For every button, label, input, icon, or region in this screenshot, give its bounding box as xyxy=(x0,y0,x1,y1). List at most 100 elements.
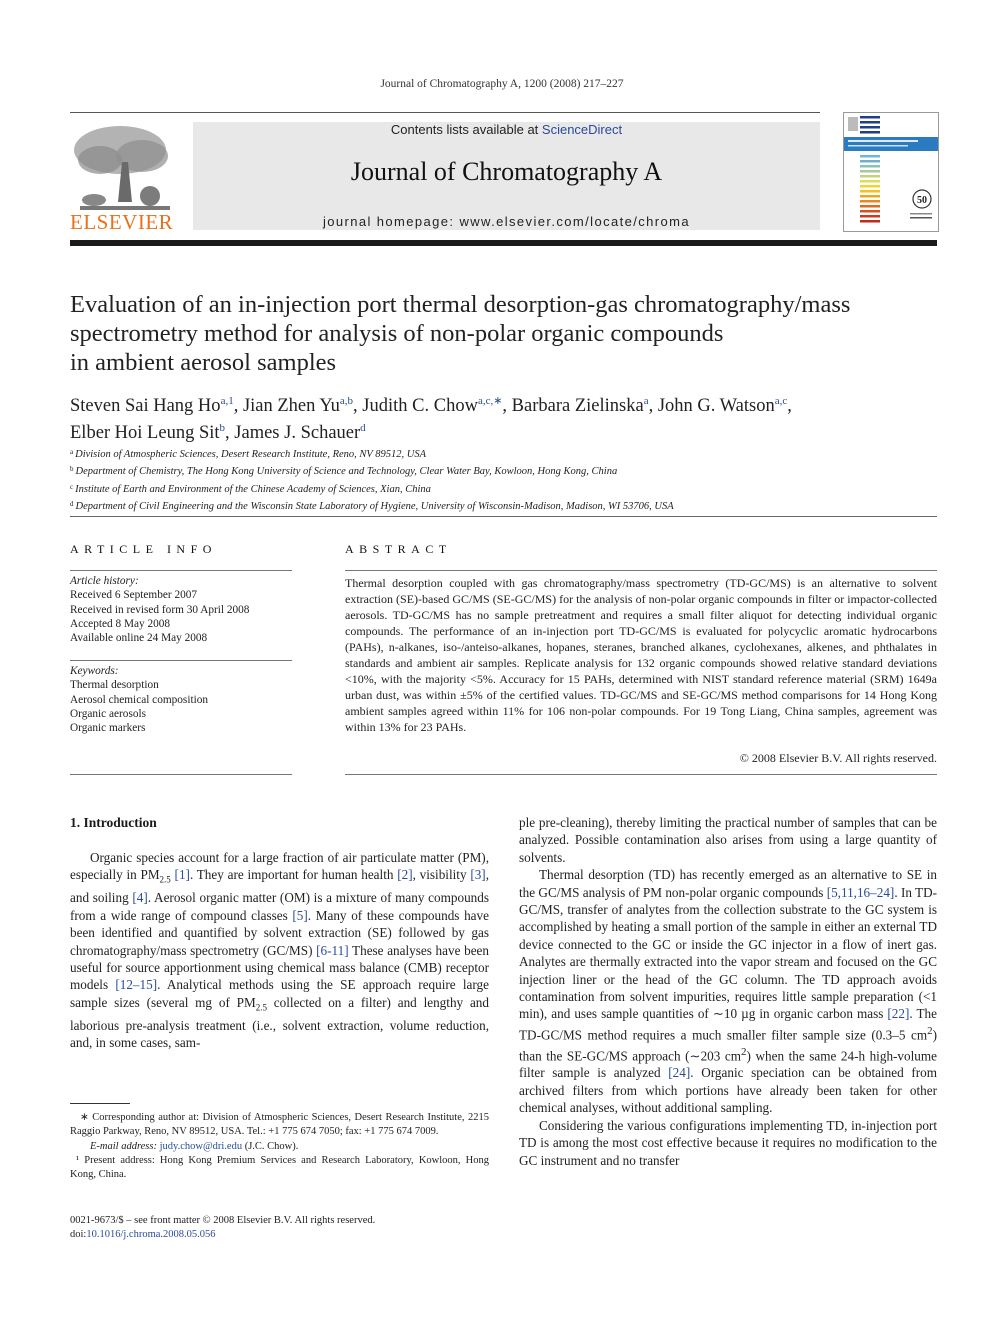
journal-homepage[interactable]: journal homepage: www.elsevier.com/locat… xyxy=(193,214,820,229)
cover-anniversary-badge: 50 xyxy=(917,195,927,206)
journal-name: Journal of Chromatography A xyxy=(350,157,663,186)
text-run: . In TD-GC/MS, transfer of analytes from… xyxy=(519,884,937,1022)
footnote-rule xyxy=(70,1103,130,1104)
sciencedirect-link[interactable]: ScienceDirect xyxy=(542,122,622,137)
affiliation-list: a Division of Atmospheric Sciences, Deser… xyxy=(70,445,950,514)
title-line: spectrometry method for analysis of non-… xyxy=(70,320,724,347)
affiliation-key: d xyxy=(70,499,74,508)
author-affiliation-marker[interactable]: a,b xyxy=(340,395,353,407)
intro-left-column: Organic species account for a large frac… xyxy=(70,849,489,1052)
author-separator: , xyxy=(233,396,243,416)
abstract-text: Thermal desorption coupled with gas chro… xyxy=(345,576,937,734)
elsevier-wordmark: ELSEVIER xyxy=(70,210,174,234)
affiliation-text: Division of Atmospheric Sciences, Desert… xyxy=(75,449,427,460)
citation-link[interactable]: [4] xyxy=(132,890,147,905)
doi-link[interactable]: 10.1016/j.chroma.2008.05.056 xyxy=(86,1229,215,1240)
email-link[interactable]: judy.chow@dri.edu xyxy=(160,1141,242,1152)
text-run: Considering the various configurations i… xyxy=(519,1117,937,1168)
affiliation-key: a xyxy=(70,448,74,456)
author-affiliation-marker[interactable]: a,c,∗ xyxy=(478,395,502,407)
section-heading-introduction: 1. Introduction xyxy=(70,815,157,830)
citation-link[interactable]: [5] xyxy=(292,908,307,923)
citation-link[interactable]: [22] xyxy=(887,1006,909,1021)
author-separator: , xyxy=(225,423,235,443)
citation-link[interactable]: [12–15] xyxy=(115,977,157,992)
author-separator: , xyxy=(502,396,512,416)
author-name[interactable]: John G. Watson xyxy=(658,396,775,416)
email-suffix: (J.C. Chow). xyxy=(242,1140,299,1152)
author-name[interactable]: Jian Zhen Yu xyxy=(243,396,340,416)
contents-prefix: Contents lists available at xyxy=(390,122,542,137)
text-run: ple pre-cleaning), thereby limiting the … xyxy=(519,815,937,865)
text-run: , visibility xyxy=(412,867,471,883)
contents-line: Contents lists available at ScienceDirec… xyxy=(193,122,820,137)
doi-label: doi: xyxy=(70,1229,87,1241)
author-name[interactable]: Elber Hoi Leung Sit xyxy=(70,423,220,443)
author-name[interactable]: Steven Sai Hang Ho xyxy=(70,396,221,416)
author-affiliation-marker[interactable]: d xyxy=(360,422,366,434)
citation-link[interactable]: [6-11] xyxy=(316,943,348,958)
author-separator: , xyxy=(353,396,363,416)
article-info-heading: ARTICLE INFO xyxy=(70,542,217,556)
history-item: Received 6 September 2007 xyxy=(70,589,198,602)
title-line: Evaluation of an in-injection port therm… xyxy=(70,291,851,318)
corresponding-author-note: ∗ Corresponding author at: Division of A… xyxy=(70,1112,489,1138)
intro-paragraph: Organic species account for a large frac… xyxy=(70,849,489,1052)
citation-link[interactable]: [1] xyxy=(175,867,190,882)
abstract-heading: ABSTRACT xyxy=(345,542,452,556)
subscript: 2.5 xyxy=(255,1002,267,1013)
article-title: Evaluation of an in-injection port therm… xyxy=(70,290,950,377)
author-affiliation-marker[interactable]: a,c xyxy=(775,395,788,407)
keyword: Organic markers xyxy=(70,722,146,735)
keyword: Thermal desorption xyxy=(70,679,159,692)
keywords-label: Keywords: xyxy=(70,665,119,677)
issn-line: 0021-9673/$ – see front matter © 2008 El… xyxy=(70,1215,376,1226)
affiliation-key: b xyxy=(70,465,74,474)
affiliation: b Department of Chemistry, The Hong Kong … xyxy=(70,462,950,479)
history-item: Available online 24 May 2008 xyxy=(70,632,208,645)
affiliation-text: Institute of Earth and Environment of th… xyxy=(75,483,431,495)
title-line: in ambient aerosol samples xyxy=(70,349,337,376)
footnotes: ∗ Corresponding author at: Division of A… xyxy=(70,1111,489,1182)
author-separator: , xyxy=(648,396,658,416)
affiliation-key: c xyxy=(70,482,74,491)
intro-right-column: ple pre-cleaning), thereby limiting the … xyxy=(519,814,937,1169)
history-item: Accepted 8 May 2008 xyxy=(70,617,171,630)
affiliation: c Institute of Earth and Environment of t… xyxy=(70,480,950,497)
intro-paragraph: Thermal desorption (TD) has recently eme… xyxy=(519,866,937,1116)
keywords-rule xyxy=(70,660,292,661)
intro-paragraph: ple pre-cleaning), thereby limiting the … xyxy=(519,814,937,866)
author-list: Steven Sai Hang Hoa,1, Jian Zhen Yua,b, … xyxy=(70,390,950,444)
abstract-bottom-rule xyxy=(345,774,937,775)
author-separator: , xyxy=(787,396,792,416)
running-head: Journal of Chromatography A, 1200 (2008)… xyxy=(380,78,624,90)
author-affiliation-marker[interactable]: a,1 xyxy=(221,395,234,407)
journal-cover-image: 50 xyxy=(843,112,939,232)
author-name[interactable]: Barbara Zielinska xyxy=(512,396,644,416)
citation-link[interactable]: [5,11,16–24] xyxy=(827,885,895,900)
keyword: Organic aerosols xyxy=(70,707,147,720)
keywords: Keywords: Thermal desorption Aerosol che… xyxy=(70,664,292,735)
article-history-label: Article history: xyxy=(70,575,139,587)
affiliation-text: Department of Civil Engineering and the … xyxy=(75,500,674,512)
section-divider xyxy=(70,516,937,517)
affiliation: d Department of Civil Engineering and the… xyxy=(70,497,950,514)
article-history: Article history: Received 6 September 20… xyxy=(70,574,292,645)
masthead-thick-rule xyxy=(70,240,937,246)
citation-link[interactable]: [3] xyxy=(470,867,485,882)
article-info-rule xyxy=(70,570,292,571)
citation-link[interactable]: [24] xyxy=(668,1065,690,1080)
article-info-bottom-rule xyxy=(70,774,292,775)
abstract-copyright: © 2008 Elsevier B.V. All rights reserved… xyxy=(739,751,937,765)
keyword: Aerosol chemical composition xyxy=(70,693,209,706)
present-address-note: ¹ Present address: Hong Kong Premium Ser… xyxy=(70,1154,489,1181)
citation-link[interactable]: [2] xyxy=(397,867,412,882)
email-note: E-mail address: judy.chow@dri.edu (J.C. … xyxy=(70,1140,489,1154)
abstract-rule xyxy=(345,570,937,571)
affiliation-text: Department of Chemistry, The Hong Kong U… xyxy=(75,466,618,478)
front-matter: 0021-9673/$ – see front matter © 2008 El… xyxy=(70,1214,489,1243)
author-name[interactable]: James J. Schauer xyxy=(234,423,360,443)
author-name[interactable]: Judith C. Chow xyxy=(362,396,478,416)
history-item: Received in revised form 30 April 2008 xyxy=(70,603,250,616)
subscript: 2.5 xyxy=(159,875,171,886)
